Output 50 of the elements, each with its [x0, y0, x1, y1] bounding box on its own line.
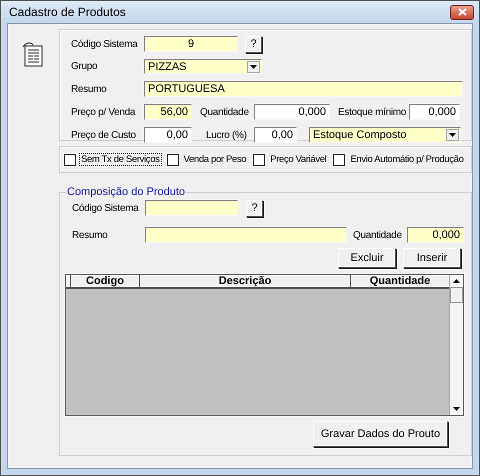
document-icon: [22, 41, 44, 67]
field-label: Lucro (%): [206, 130, 248, 140]
input-field[interactable]: 0,000: [407, 227, 464, 243]
field-label: Quantidade: [200, 106, 250, 118]
input-field[interactable]: PORTUGUESA: [144, 81, 463, 97]
checkbox[interactable]: [333, 154, 346, 166]
field-label: Código Sistema: [71, 38, 139, 50]
field-label: Estoque mínimo: [338, 106, 408, 118]
input-field[interactable]: 0,000: [409, 104, 460, 120]
checkbox[interactable]: [253, 154, 266, 166]
dropdown[interactable]: Estoque Composto: [309, 127, 461, 143]
input-field[interactable]: [145, 200, 238, 216]
scroll-up-icon: [453, 279, 460, 283]
input-field[interactable]: [145, 227, 347, 243]
field-label: Resumo: [71, 84, 108, 94]
checkbox[interactable]: [64, 154, 76, 166]
field-label: Preço de Custo: [71, 130, 137, 140]
field-label: Código Sistema: [72, 202, 140, 214]
action-button[interactable]: Excluir: [338, 248, 396, 268]
close-icon: [458, 8, 466, 16]
checkbox-label[interactable]: Preço Variável: [268, 153, 328, 166]
scroll-down-icon: [453, 407, 460, 411]
action-button[interactable]: Inserir: [403, 248, 461, 268]
checkbox[interactable]: [166, 154, 179, 166]
field-label: Quantidade: [353, 230, 403, 240]
field-label: Resumo: [72, 230, 108, 240]
dropdown-arrow-icon: [449, 133, 456, 137]
column-header[interactable]: Codigo: [71, 275, 140, 287]
checkbox-label[interactable]: Venda por Peso: [182, 153, 248, 166]
dropdown-arrow-icon: [250, 64, 257, 68]
window-title: Cadastro de Produtos: [9, 5, 126, 19]
scrollbar[interactable]: [449, 275, 463, 415]
lookup-button[interactable]: ?: [246, 200, 263, 216]
scroll-thumb[interactable]: [450, 287, 463, 303]
group-title: Composição do Produto: [66, 186, 186, 198]
input-field[interactable]: 0,00: [254, 127, 297, 143]
input-field[interactable]: 9: [144, 36, 238, 52]
input-field[interactable]: 0,000: [254, 104, 330, 120]
input-field[interactable]: 0,00: [144, 127, 192, 143]
lookup-button[interactable]: ?: [245, 36, 262, 52]
column-header[interactable]: Quantidade: [351, 275, 449, 287]
checkbox-label[interactable]: Sem Tx de Serviços: [79, 153, 162, 166]
checkbox-label[interactable]: Envio Automátio p/ Produção: [348, 153, 466, 166]
field-label: Grupo: [71, 61, 98, 72]
save-button[interactable]: Gravar Dados do Prouto: [313, 421, 448, 447]
field-label: Preço p/ Venda: [71, 106, 136, 118]
input-field[interactable]: 56,00: [144, 104, 192, 120]
dropdown[interactable]: PIZZAS: [144, 59, 262, 74]
column-header[interactable]: Descrição: [140, 275, 351, 287]
close-button[interactable]: [450, 4, 474, 20]
